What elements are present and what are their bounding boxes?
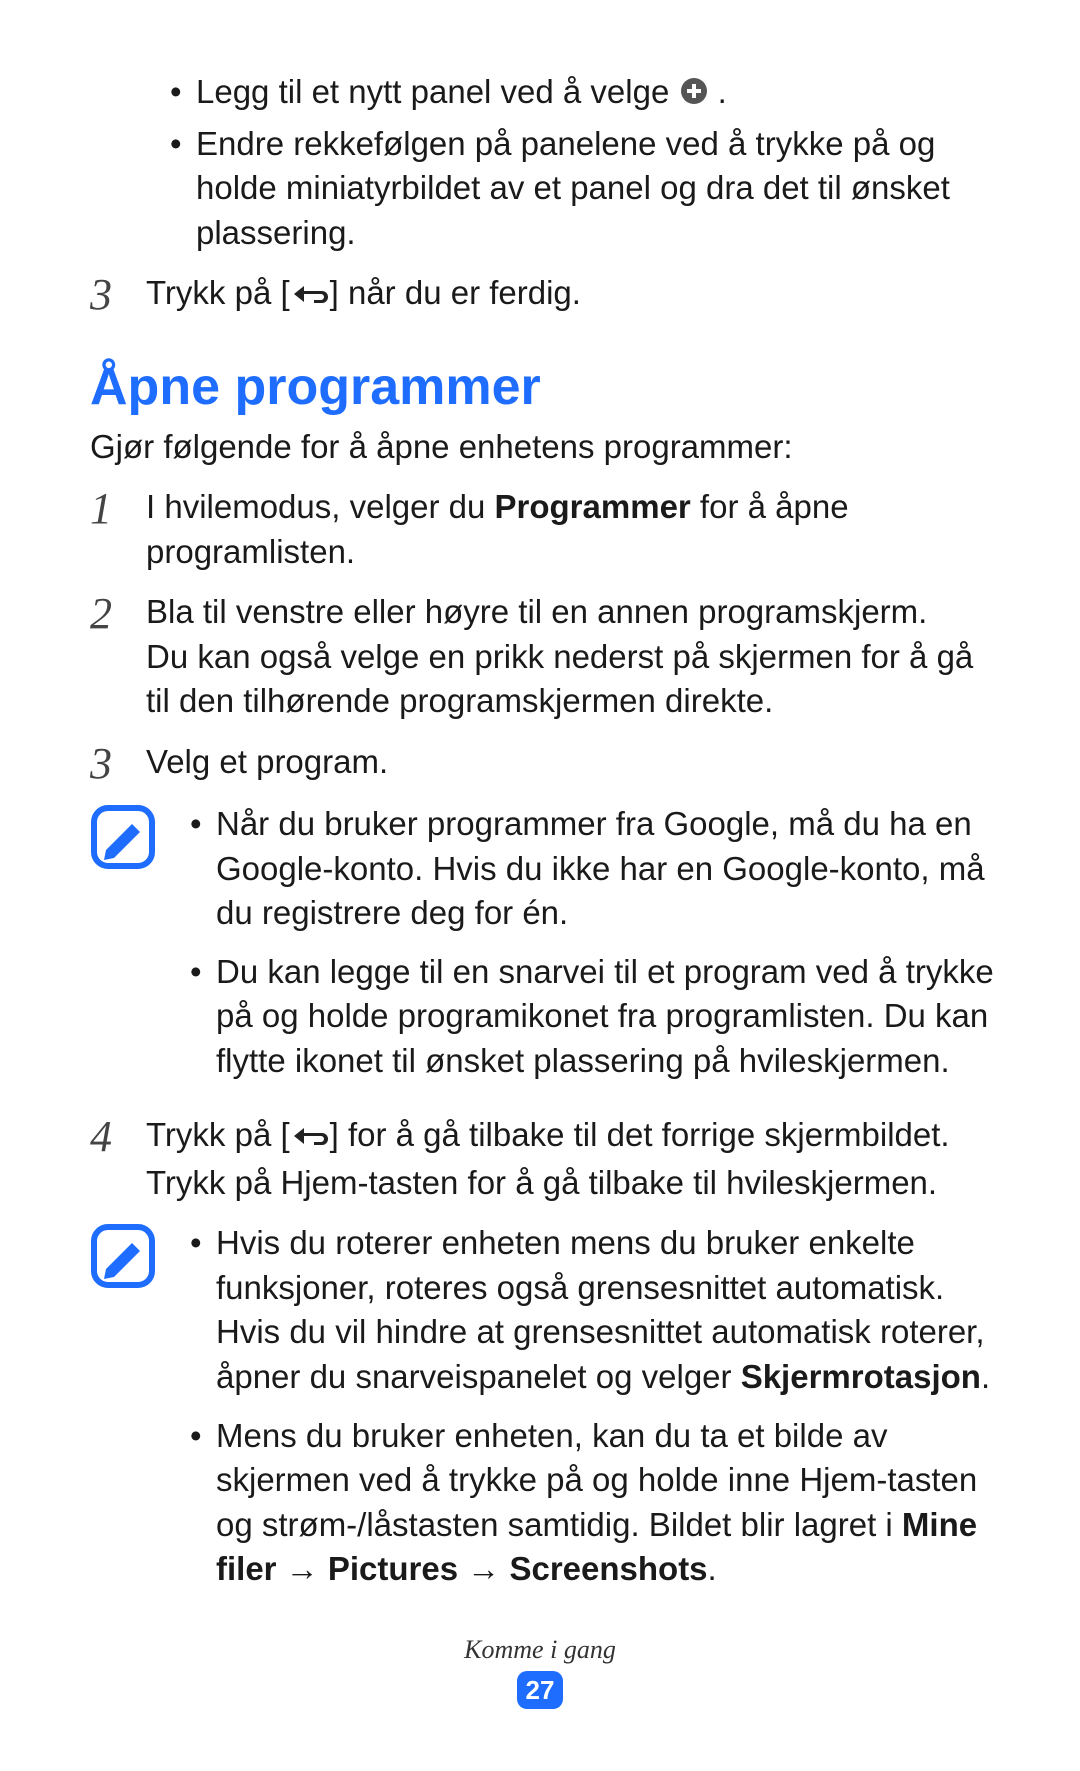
text: Trykk på [ [146, 1116, 290, 1153]
step-row: 2 Bla til venstre eller høyre til en ann… [90, 590, 1000, 724]
step-row: 4 Trykk på [] for å gå tilbake til det f… [90, 1113, 1000, 1205]
page-footer: Komme i gang 27 [0, 1635, 1080, 1709]
back-icon [290, 1116, 330, 1161]
note-block: • Hvis du roterer enheten mens du bruker… [90, 1221, 1000, 1605]
document-page: • Legg til et nytt panel ved å velge . • [0, 0, 1080, 1771]
bullet-dot: • [190, 802, 216, 936]
note-body: • Når du bruker programmer fra Google, m… [190, 802, 1000, 1097]
note-icon [90, 1259, 156, 1296]
bullet-dot: • [190, 1221, 216, 1399]
text: Mens du bruker enheten, kan du ta et bil… [216, 1417, 977, 1543]
section-heading: Åpne programmer [90, 357, 1000, 417]
note-text: Når du bruker programmer fra Google, må … [216, 802, 1000, 936]
note-bullet: • Hvis du roterer enheten mens du bruker… [190, 1221, 1000, 1399]
note-text: Mens du bruker enheten, kan du ta et bil… [216, 1414, 1000, 1592]
step-row: 3 Velg et program. [90, 740, 1000, 786]
step-number: 4 [90, 1113, 146, 1205]
step-number: 2 [90, 590, 146, 724]
note-text: Du kan legge til en snarvei til et progr… [216, 950, 1000, 1084]
bold-text: Screenshots [509, 1550, 707, 1587]
step-text: Trykk på [ ] når du er ferdig. [146, 271, 1000, 319]
text: . [718, 73, 727, 110]
note-text: Hvis du roterer enheten mens du bruker e… [216, 1221, 1000, 1399]
arrow: → [277, 1550, 328, 1587]
bold-text: Programmer [495, 488, 691, 525]
step-number: 1 [90, 485, 146, 574]
bullet-text: Legg til et nytt panel ved å velge . [196, 70, 1000, 118]
plus-circle-icon [679, 73, 709, 118]
note-bullet: • Mens du bruker enheten, kan du ta et b… [190, 1414, 1000, 1592]
footer-text: Komme i gang [0, 1635, 1080, 1665]
bullet-item: • Endre rekkefølgen på panelene ved å tr… [170, 122, 1000, 256]
text: Du kan også velge en prikk nederst på sk… [146, 638, 973, 720]
intro-text: Gjør følgende for å åpne enhetens progra… [90, 425, 1000, 470]
note-icon-cell [90, 1221, 190, 1605]
arrow: → [458, 1550, 509, 1587]
note-bullet: • Når du bruker programmer fra Google, m… [190, 802, 1000, 936]
text: ] når du er ferdig. [330, 274, 581, 311]
bullet-item: • Legg til et nytt panel ved å velge . [170, 70, 1000, 118]
step-text: Trykk på [] for å gå tilbake til det for… [146, 1113, 1000, 1205]
bold-text: Skjermrotasjon [741, 1358, 981, 1395]
text: Legg til et nytt panel ved å velge [196, 73, 679, 110]
step-row: 1 I hvilemodus, velger du Programmer for… [90, 485, 1000, 574]
note-icon [90, 840, 156, 877]
back-icon [290, 274, 330, 319]
step-number: 3 [90, 740, 146, 786]
note-body: • Hvis du roterer enheten mens du bruker… [190, 1221, 1000, 1605]
note-icon-cell [90, 802, 190, 1097]
text: . [708, 1550, 717, 1587]
step-text: Bla til venstre eller høyre til en annen… [146, 590, 1000, 724]
bullet-dot: • [190, 1414, 216, 1592]
text: Trykk på [ [146, 274, 290, 311]
bold-text: Pictures [328, 1550, 458, 1587]
content-area: • Legg til et nytt panel ved å velge . • [60, 70, 1020, 1606]
step-number: 3 [90, 271, 146, 319]
step-row: 3 Trykk på [ ] når du er ferdig. [90, 271, 1000, 319]
top-bullets: • Legg til et nytt panel ved å velge . • [170, 70, 1000, 255]
step-text: I hvilemodus, velger du Programmer for å… [146, 485, 1000, 574]
note-block: • Når du bruker programmer fra Google, m… [90, 802, 1000, 1097]
text: . [981, 1358, 990, 1395]
text: I hvilemodus, velger du [146, 488, 495, 525]
page-number-badge: 27 [517, 1671, 563, 1709]
bullet-dot: • [170, 70, 196, 118]
note-bullet: • Du kan legge til en snarvei til et pro… [190, 950, 1000, 1084]
text: Bla til venstre eller høyre til en annen… [146, 593, 927, 630]
bullet-dot: • [190, 950, 216, 1084]
bullet-dot: • [170, 122, 196, 256]
step-text: Velg et program. [146, 740, 1000, 786]
bullet-text: Endre rekkefølgen på panelene ved å tryk… [196, 122, 1000, 256]
